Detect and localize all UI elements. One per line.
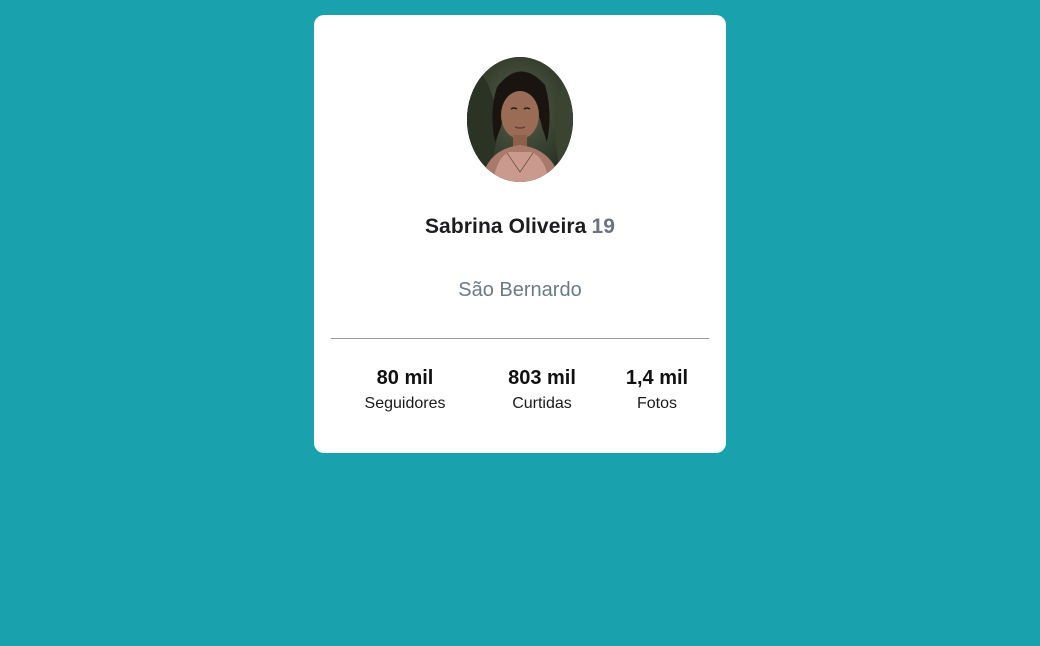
profile-heading: Sabrina Oliveira 19: [314, 215, 726, 239]
avatar[interactable]: [467, 57, 573, 182]
divider: [331, 338, 709, 339]
profile-card: Sabrina Oliveira 19 São Bernardo 80 mil S…: [314, 15, 726, 453]
stat-value: 1,4 mil: [625, 367, 689, 389]
stat-label: Seguidores: [364, 395, 446, 412]
stat-label: Fotos: [636, 395, 677, 412]
profile-name: Sabrina Oliveira: [424, 215, 587, 238]
stat-followers[interactable]: 80 mil Seguidores: [335, 366, 475, 414]
stat-value: 80 mil: [376, 367, 434, 389]
profile-city: São Bernardo: [458, 279, 582, 301]
stat-photos[interactable]: 1,4 mil Fotos: [587, 366, 727, 414]
avatar-photo: [467, 57, 573, 182]
profile-age: 19: [591, 215, 616, 238]
